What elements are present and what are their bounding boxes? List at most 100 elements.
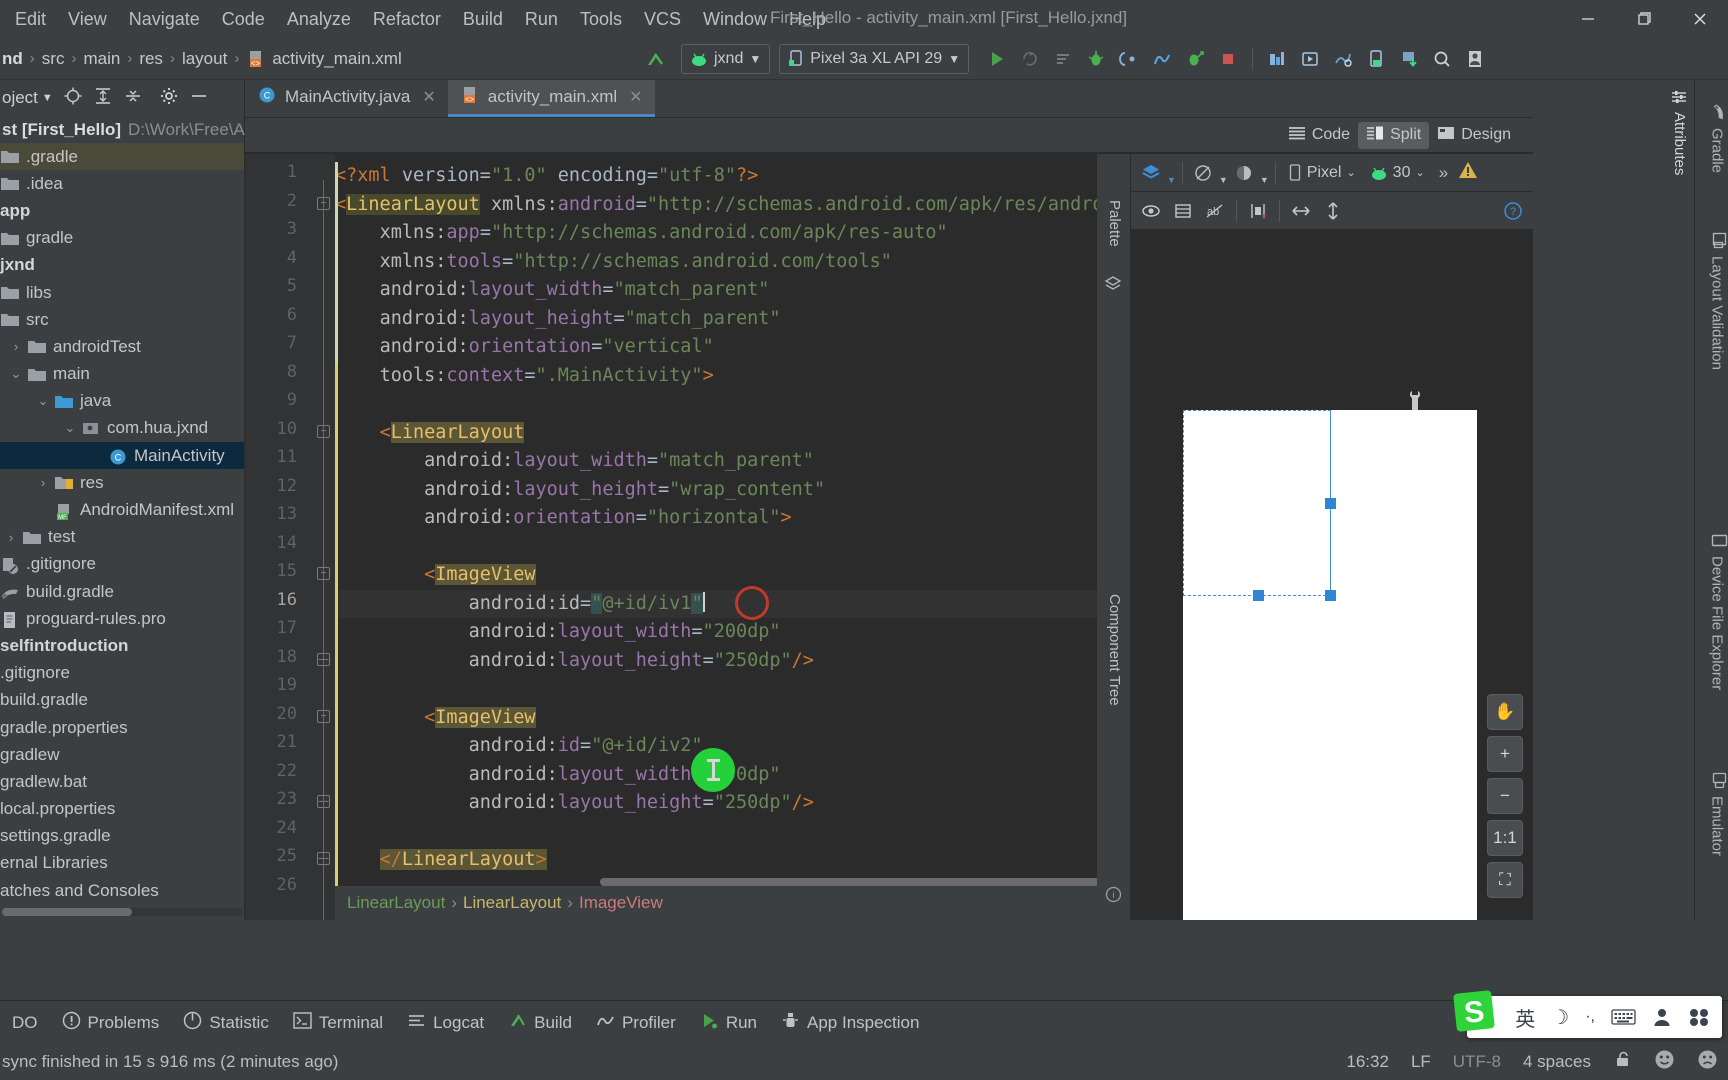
help-icon[interactable]: ? [1499,197,1527,225]
zoom-out-button[interactable]: − [1487,778,1523,814]
code-line[interactable]: android:layout_height="250dp"/> [335,789,814,818]
breadcrumb-item[interactable]: main [83,49,120,69]
layers-icon[interactable] [1104,274,1122,297]
breadcrumb-file[interactable]: <> activity_main.xml [246,49,402,69]
sync-gradle-icon[interactable] [1394,44,1424,74]
tree-item[interactable]: libs [0,279,244,306]
right-strip-item-gradle[interactable]: Gradle [1708,102,1726,173]
layout-inspector-icon[interactable] [1328,44,1358,74]
settings-gear-icon[interactable] [159,86,179,111]
tree-item[interactable]: gradlew.bat [0,768,244,795]
tree-expander-icon[interactable]: › [0,530,22,545]
tree-item[interactable]: src [0,306,244,333]
tree-item[interactable]: .gitignore [0,551,244,578]
bottom-tool-build[interactable]: Build [496,1011,584,1035]
code-text-area[interactable]: <?xml version="1.0" encoding="utf-8"?> <L… [335,154,1097,920]
blueprint-off-icon[interactable]: ab [1201,197,1229,225]
zoom-fit-button[interactable]: ⛶ [1487,862,1523,898]
view-mode-code[interactable]: Code [1280,122,1358,149]
tree-item[interactable]: › test [0,524,244,551]
collapse-all-icon[interactable] [123,86,143,111]
tree-item[interactable]: › res [0,469,244,496]
tree-item[interactable]: app [0,197,244,224]
layout-decorations-icon[interactable] [1169,197,1197,225]
right-strip-item-emulator[interactable]: Emulator [1708,770,1727,856]
bottom-tool-problems[interactable]: Problems [50,1011,172,1035]
code-line[interactable]: android:layout_width="200dp" [335,618,781,647]
locate-icon[interactable] [63,86,83,111]
tree-item[interactable]: local.properties [0,796,244,823]
attributes-strip[interactable]: Attributes [1664,80,1694,350]
ime-apps-icon[interactable] [1688,1007,1710,1027]
tree-item[interactable]: ⌄ java [0,388,244,415]
line-separator[interactable]: LF [1411,1052,1431,1072]
ime-toolbar[interactable]: S 英 ☽ ·, [1453,990,1722,1038]
right-strip-item-layout-validation[interactable]: Layout Validation [1708,230,1727,370]
tree-item[interactable]: jxnd [0,252,244,279]
resize-handle-bottom[interactable] [1253,590,1264,601]
tree-expander-icon[interactable]: › [32,475,54,490]
close-button[interactable] [1672,0,1728,38]
palette-label-wrap[interactable]: Palette [1106,200,1123,252]
tree-item[interactable]: MF AndroidManifest.xml [0,496,244,523]
chevron-down-icon[interactable]: ▼ [1167,175,1176,185]
sogou-logo-icon[interactable]: S [1451,988,1497,1034]
breadcrumb-item[interactable]: src [42,49,65,69]
ime-keyboard-icon[interactable] [1611,1008,1636,1026]
menu-item-vcs[interactable]: VCS [633,6,692,33]
editor-tab[interactable]: C MainActivity.java ✕ [245,80,448,117]
breadcrumb-item[interactable]: res [139,49,163,69]
menu-item-analyze[interactable]: Analyze [276,6,362,33]
orientation-icon[interactable] [1189,159,1217,187]
tree-item[interactable]: settings.gradle [0,823,244,850]
stop-icon[interactable] [1213,44,1243,74]
chevron-down-icon[interactable]: ▼ [1260,175,1269,185]
vcs-change-marker[interactable] [335,362,338,920]
attach-debugger-icon[interactable] [1114,44,1144,74]
search-icon[interactable] [1427,44,1457,74]
component-breadcrumb-item[interactable]: ImageView [579,893,663,913]
ime-person-icon[interactable] [1652,1007,1672,1027]
tree-item[interactable]: selfintroduction [0,632,244,659]
bottom-tool-do[interactable]: DO [0,1013,50,1033]
code-line[interactable]: android:orientation="vertical" [335,333,714,362]
device-dropdown[interactable]: Pixel ⌄ [1282,164,1362,182]
warning-icon[interactable] [1458,161,1478,184]
code-line[interactable]: android:id="@+id/iv2" [335,732,703,761]
menu-item-code[interactable]: Code [211,6,276,33]
bottom-tool-run[interactable]: Run [688,1012,769,1034]
view-mode-split[interactable]: Split [1358,121,1430,149]
sad-face-icon[interactable] [1697,1049,1718,1075]
apply-code-changes-icon[interactable] [1048,44,1078,74]
maximize-button[interactable] [1616,0,1672,38]
tree-item[interactable]: gradle.properties [0,714,244,741]
vcs-change-marker[interactable] [335,162,338,362]
tree-item[interactable]: ⌄ com.hua.jxnd [0,415,244,442]
file-encoding[interactable]: UTF-8 [1453,1052,1501,1072]
breadcrumb-item[interactable]: layout [182,49,227,69]
design-surface-icon[interactable] [1137,159,1165,187]
bottom-tool-statistic[interactable]: Statistic [171,1011,281,1035]
tree-item[interactable]: build.gradle [0,578,244,605]
tree-item[interactable]: › androidTest [0,333,244,360]
menu-item-navigate[interactable]: Navigate [118,6,211,33]
code-line[interactable]: android:id="@+id/iv1" [335,589,1097,618]
menu-item-run[interactable]: Run [514,6,569,33]
project-hscroll-thumb[interactable] [2,908,132,916]
resize-handle-corner[interactable] [1325,590,1336,601]
tree-item[interactable]: .gitignore [0,660,244,687]
tree-item[interactable]: gradlew [0,741,244,768]
tree-expander-icon[interactable]: ⌄ [32,393,54,409]
minimize-button[interactable] [1560,0,1616,38]
vertical-arrow-icon[interactable] [1319,197,1347,225]
code-line[interactable]: android:layout_width="match_parent" [335,276,770,305]
code-line[interactable]: <ImageView [335,561,536,590]
right-strip-item-device-file-explorer[interactable]: Device File Explorer [1708,530,1728,690]
menu-item-view[interactable]: View [57,6,118,33]
expand-all-icon[interactable] [93,86,113,111]
chevron-down-icon[interactable]: ▼ [1219,175,1228,185]
eye-icon[interactable] [1137,197,1165,225]
tree-item[interactable]: gradle [0,225,244,252]
menu-item-window[interactable]: Window [692,6,778,33]
zoom-actual-button[interactable]: 1:1 [1487,820,1523,856]
